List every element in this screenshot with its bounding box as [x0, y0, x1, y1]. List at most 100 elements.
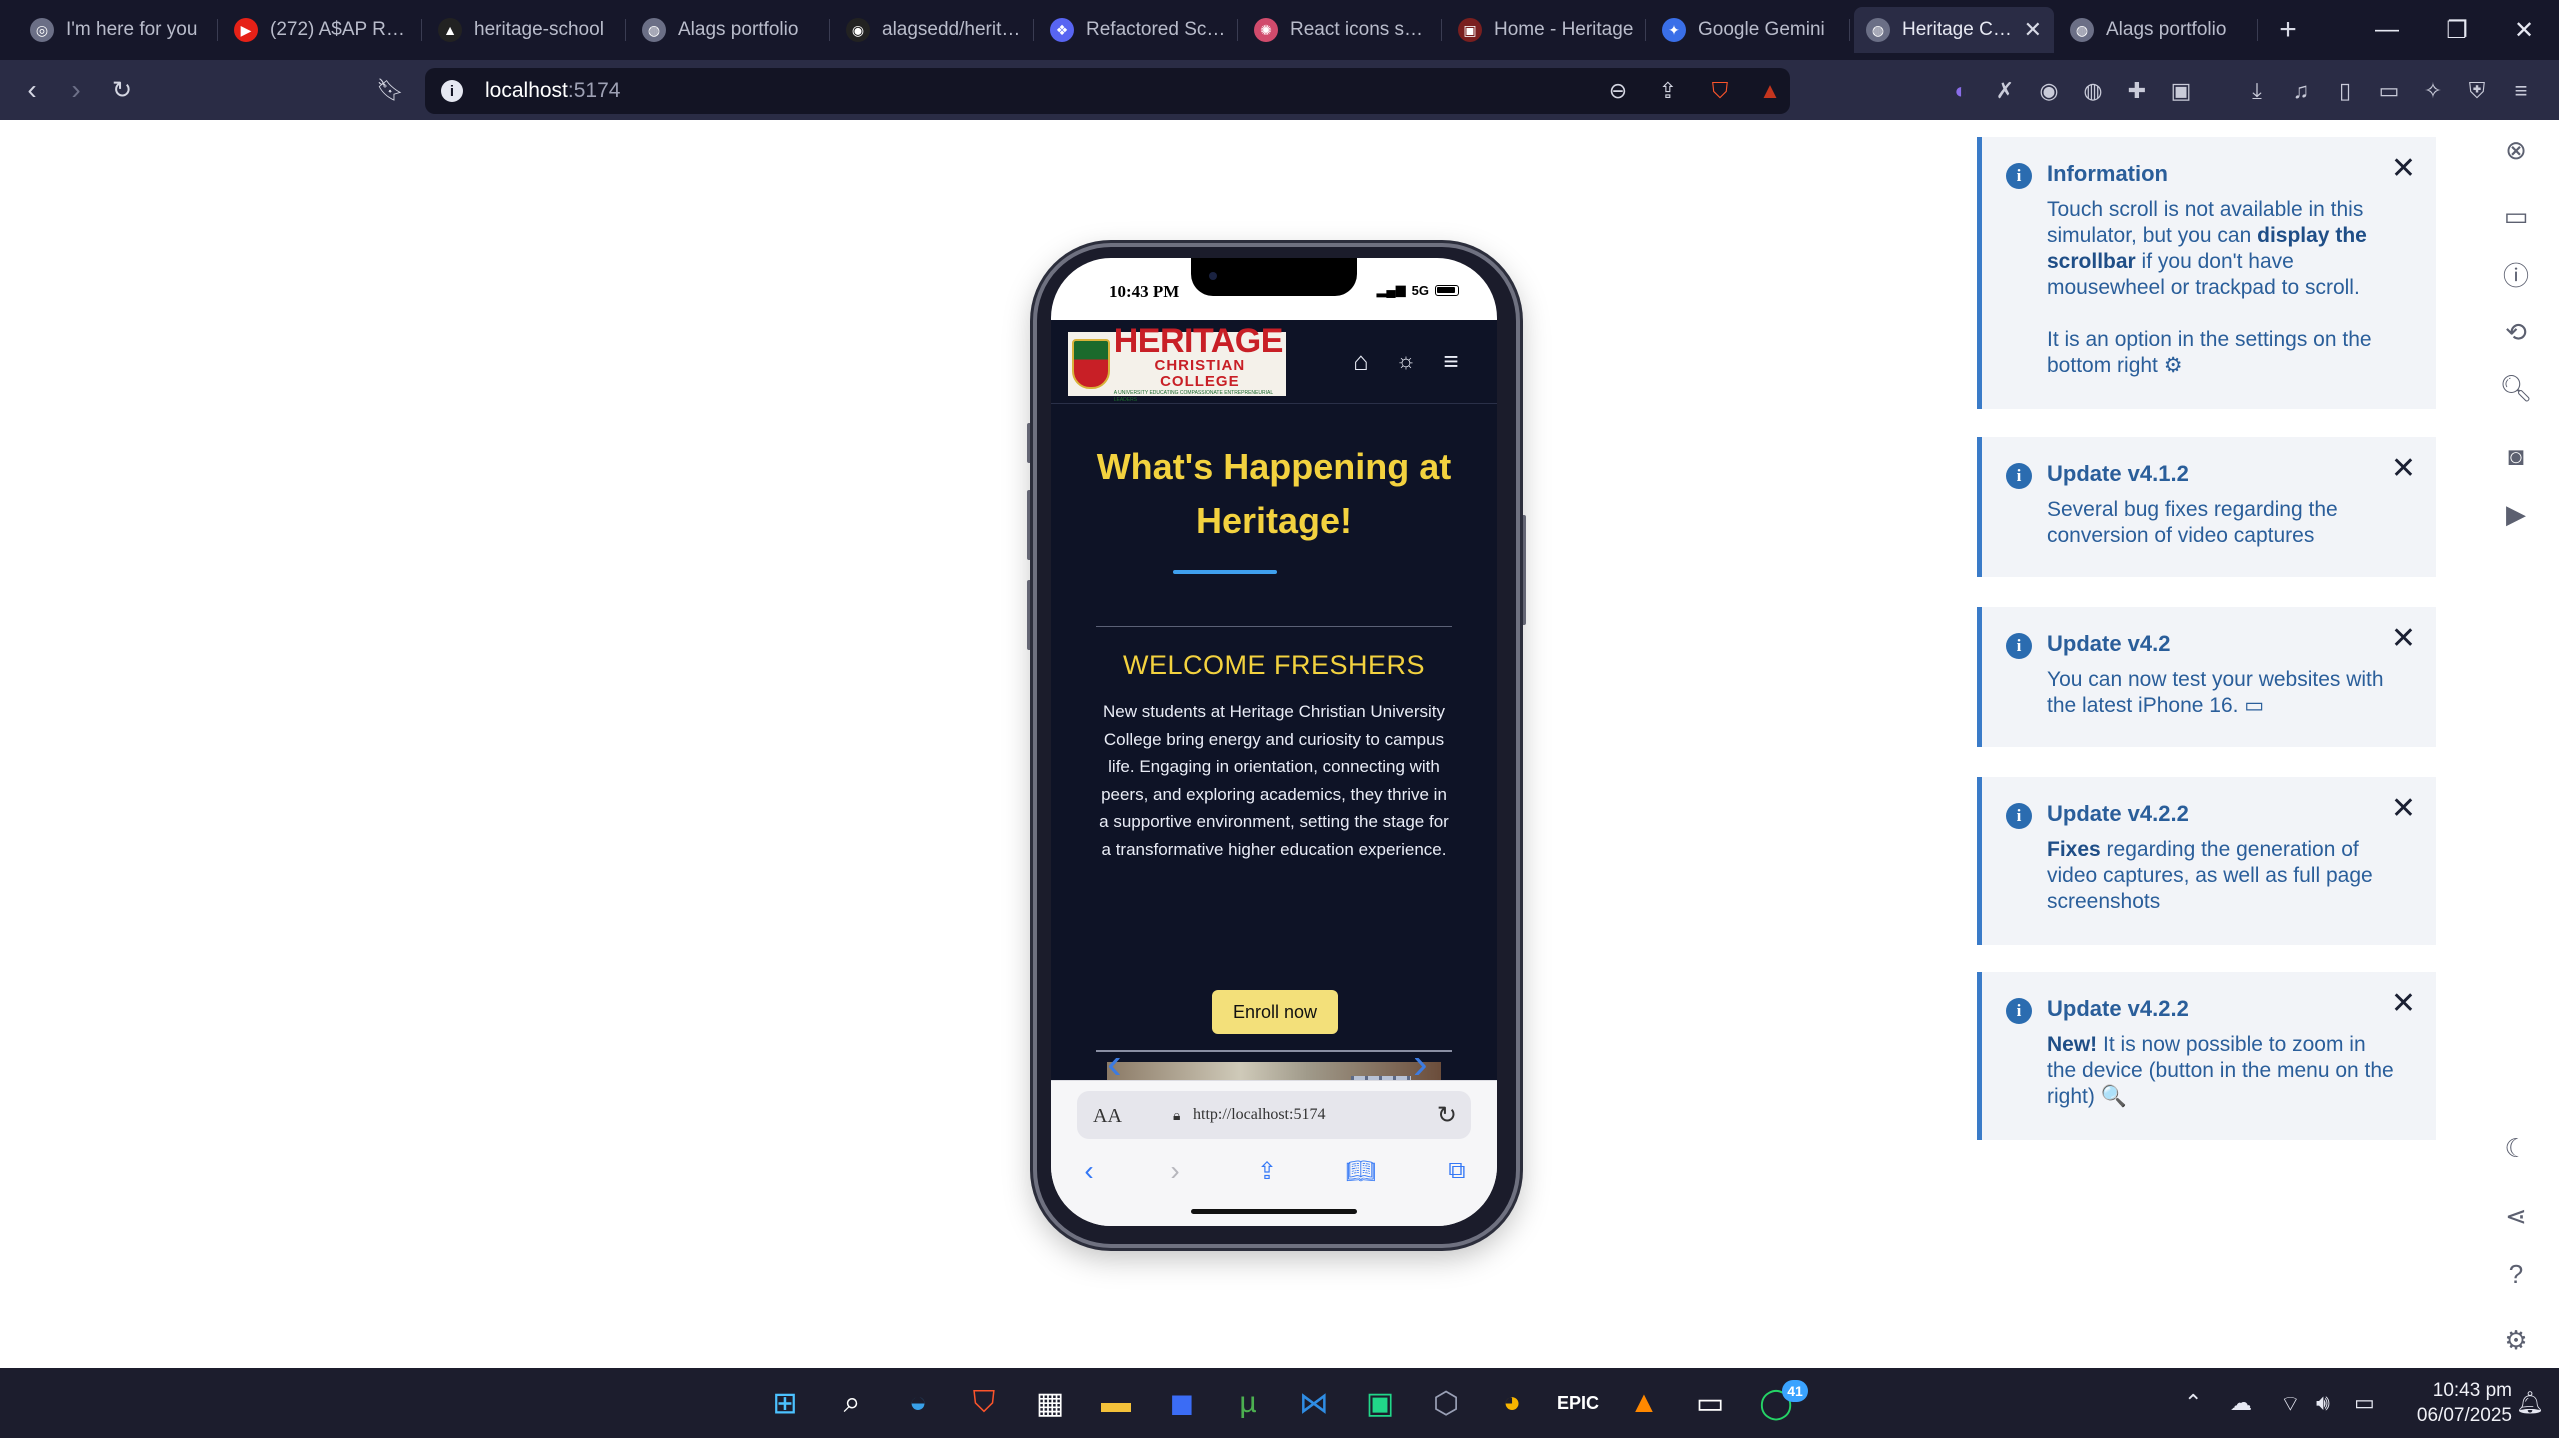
store-icon[interactable]: ▦ — [1025, 1378, 1075, 1428]
brave-taskbar-icon[interactable]: ⛉ — [959, 1378, 1009, 1428]
screenshot-camera-icon[interactable]: ◙ — [2496, 436, 2536, 476]
vpn-shield-icon[interactable]: ⛨ — [2462, 76, 2492, 106]
notification-close-icon[interactable]: ✕ — [2391, 791, 2416, 826]
wallet-icon[interactable]: ▭ — [2374, 76, 2404, 106]
address-bar[interactable]: i localhost:5174 ⊖ ⇪ ⛉ ▲ — [425, 68, 1790, 114]
share-rail-icon[interactable]: ⋖ — [2496, 1196, 2536, 1236]
tab-label: Google Gemini — [1698, 19, 1825, 40]
browser-tab-3[interactable]: ◍ Alags portfolio — [630, 7, 830, 53]
minimize-button[interactable]: — — [2352, 0, 2422, 60]
new-tab-button[interactable]: + — [2268, 10, 2308, 50]
notification-title: Information — [2047, 161, 2168, 186]
site-info-icon[interactable]: i — [441, 80, 463, 102]
browser-tab-9[interactable]: ◍ Heritage Christian ✕ — [1854, 7, 2054, 53]
heritage-logo[interactable]: HERITAGE CHRISTIAN COLLEGE A UNIVERSITY … — [1068, 324, 1286, 403]
reader-aa-button[interactable]: AA — [1093, 1105, 1122, 1128]
epic-games-icon[interactable]: EPIC — [1553, 1378, 1603, 1428]
notification-close-icon[interactable]: ✕ — [2391, 451, 2416, 486]
whatsapp-badge: 41 — [1782, 1380, 1808, 1402]
home-indicator — [1191, 1209, 1357, 1214]
battery-tray-icon[interactable]: ▭ — [2354, 1390, 2375, 1416]
extensions-puzzle-icon[interactable]: ✚ — [2122, 76, 2152, 106]
settings-gear-icon[interactable]: ⚙ — [2496, 1320, 2536, 1360]
info-icon: i — [2006, 803, 2032, 829]
close-panel-icon[interactable]: ⊗ — [2496, 130, 2536, 170]
home-icon[interactable]: ⌂ — [1346, 346, 1376, 376]
brave-rewards-icon[interactable]: ▲ — [1757, 78, 1783, 104]
intellij-icon[interactable]: ◼ — [1157, 1378, 1207, 1428]
close-window-button[interactable]: ✕ — [2489, 0, 2559, 60]
browser-tab-1[interactable]: ▶ (272) A$AP Rocky — [222, 7, 422, 53]
safari-forward-icon[interactable]: › — [1157, 1153, 1193, 1189]
devices-icon[interactable]: ▭ — [2496, 196, 2536, 236]
safari-url: http://localhost:5174 — [1193, 1106, 1326, 1123]
vlc-icon[interactable]: ▲ — [1619, 1378, 1669, 1428]
downloads-icon[interactable]: ⤓ — [2242, 76, 2272, 106]
media-icon[interactable]: ♫ — [2286, 76, 2316, 106]
forward-button[interactable]: › — [58, 72, 94, 108]
notification-close-icon[interactable]: ✕ — [2391, 986, 2416, 1021]
share-icon[interactable]: ⇪ — [1655, 78, 1681, 104]
tab-close-icon[interactable]: ✕ — [2024, 17, 2042, 43]
info-icon[interactable]: ⓘ — [2496, 254, 2536, 294]
browser-tab-4[interactable]: ◉ alagsedd/heritage — [834, 7, 1034, 53]
onedrive-icon[interactable]: ☁ — [2230, 1390, 2252, 1416]
screen-capture-icon[interactable]: ▣ — [2166, 76, 2196, 106]
notification-title: Update v4.1.2 — [2047, 461, 2189, 486]
menu-icon[interactable]: ≡ — [2506, 76, 2536, 106]
safari-address-bar[interactable]: AA 🔒︎ http://localhost:5174 ↻ — [1077, 1091, 1471, 1139]
theme-toggle-icon[interactable]: ☼ — [1391, 346, 1421, 376]
show-hidden-icons[interactable]: ⌃ — [2184, 1390, 2202, 1416]
rotate-icon[interactable]: ⟲ — [2496, 312, 2536, 352]
extension-wave-icon[interactable]: ◉ — [2034, 76, 2064, 106]
maximize-button[interactable]: ❐ — [2422, 0, 2492, 60]
reload-button[interactable]: ↻ — [104, 72, 140, 108]
browser-tab-10[interactable]: ◍ Alags portfolio — [2058, 7, 2258, 53]
enroll-now-button[interactable]: Enroll now — [1212, 990, 1338, 1034]
safari-bookmarks-icon[interactable]: 📖︎ — [1343, 1153, 1379, 1189]
page-headline: What's Happening at Heritage! — [1096, 446, 1452, 541]
edge-icon[interactable]: ◒ — [893, 1378, 943, 1428]
start-icon[interactable]: ⊞ — [760, 1378, 810, 1428]
terminal-icon[interactable]: ▭ — [1685, 1378, 1735, 1428]
zoom-new-icon[interactable]: 🔍︎ — [2496, 368, 2536, 408]
browser-tab-2[interactable]: ▲ heritage-school — [426, 7, 626, 53]
leo-ai-icon[interactable]: ◐ — [1946, 76, 1976, 106]
browser-tab-5[interactable]: ❖ Refactored School — [1038, 7, 1238, 53]
chrome-canary-icon[interactable]: ◕ — [1487, 1378, 1537, 1428]
safari-reload-icon[interactable]: ↻ — [1437, 1101, 1457, 1130]
browser-tab-6[interactable]: ✺ React icons search — [1242, 7, 1442, 53]
search-icon[interactable]: ⌕ — [827, 1378, 877, 1428]
dark-mode-icon[interactable]: ☾ — [2496, 1128, 2536, 1168]
safari-share-icon[interactable]: ⇪ — [1249, 1153, 1285, 1189]
browser-tab-7[interactable]: ▣ Home - Heritage — [1446, 7, 1646, 53]
extension-x-icon[interactable]: ✗ — [1990, 76, 2020, 106]
zoom-out-icon[interactable]: ⊖ — [1605, 78, 1631, 104]
notification-close-icon[interactable]: ✕ — [2391, 151, 2416, 186]
sidebar-icon[interactable]: ▯ — [2330, 76, 2360, 106]
wifi-icon[interactable]: ⌔ — [2280, 1390, 2301, 1418]
browser-tab-0[interactable]: ◎ I'm here for you — [18, 7, 218, 53]
safari-back-icon[interactable]: ‹ — [1071, 1153, 1107, 1189]
file-explorer-icon[interactable]: ▬ — [1091, 1378, 1141, 1428]
vscode-icon[interactable]: ⋈ — [1289, 1378, 1339, 1428]
clock-date: 06/07/2025 — [2416, 1405, 2512, 1426]
back-button[interactable]: ‹ — [14, 72, 50, 108]
bookmark-icon[interactable]: 🔖︎ — [372, 72, 408, 108]
utorrent-icon[interactable]: µ — [1223, 1378, 1273, 1428]
brave-shields-icon[interactable]: ⛉ — [1707, 78, 1733, 104]
unity-icon[interactable]: ⬡ — [1421, 1378, 1471, 1428]
extension-globe-icon[interactable]: ◍ — [2078, 76, 2108, 106]
system-clock[interactable]: 10:43 pm 06/07/2025 — [2392, 1378, 2512, 1428]
help-icon[interactable]: ? — [2496, 1254, 2536, 1294]
browser-tab-8[interactable]: ✦ Google Gemini — [1650, 7, 1850, 53]
volume-icon[interactable]: 🔊︎ — [2316, 1390, 2330, 1416]
safari-tabs-icon[interactable]: ⧉ — [1439, 1153, 1475, 1189]
pycharm-icon[interactable]: ▣ — [1355, 1378, 1405, 1428]
video-record-icon[interactable]: ▶ — [2496, 494, 2536, 534]
notification-title: Update v4.2.2 — [2047, 996, 2189, 1021]
notifications-bell-icon[interactable]: 🔔︎ — [2516, 1390, 2544, 1416]
ai-sparkle-icon[interactable]: ✧ — [2418, 76, 2448, 106]
notification-close-icon[interactable]: ✕ — [2391, 621, 2416, 656]
hamburger-menu-icon[interactable]: ≡ — [1436, 346, 1466, 376]
